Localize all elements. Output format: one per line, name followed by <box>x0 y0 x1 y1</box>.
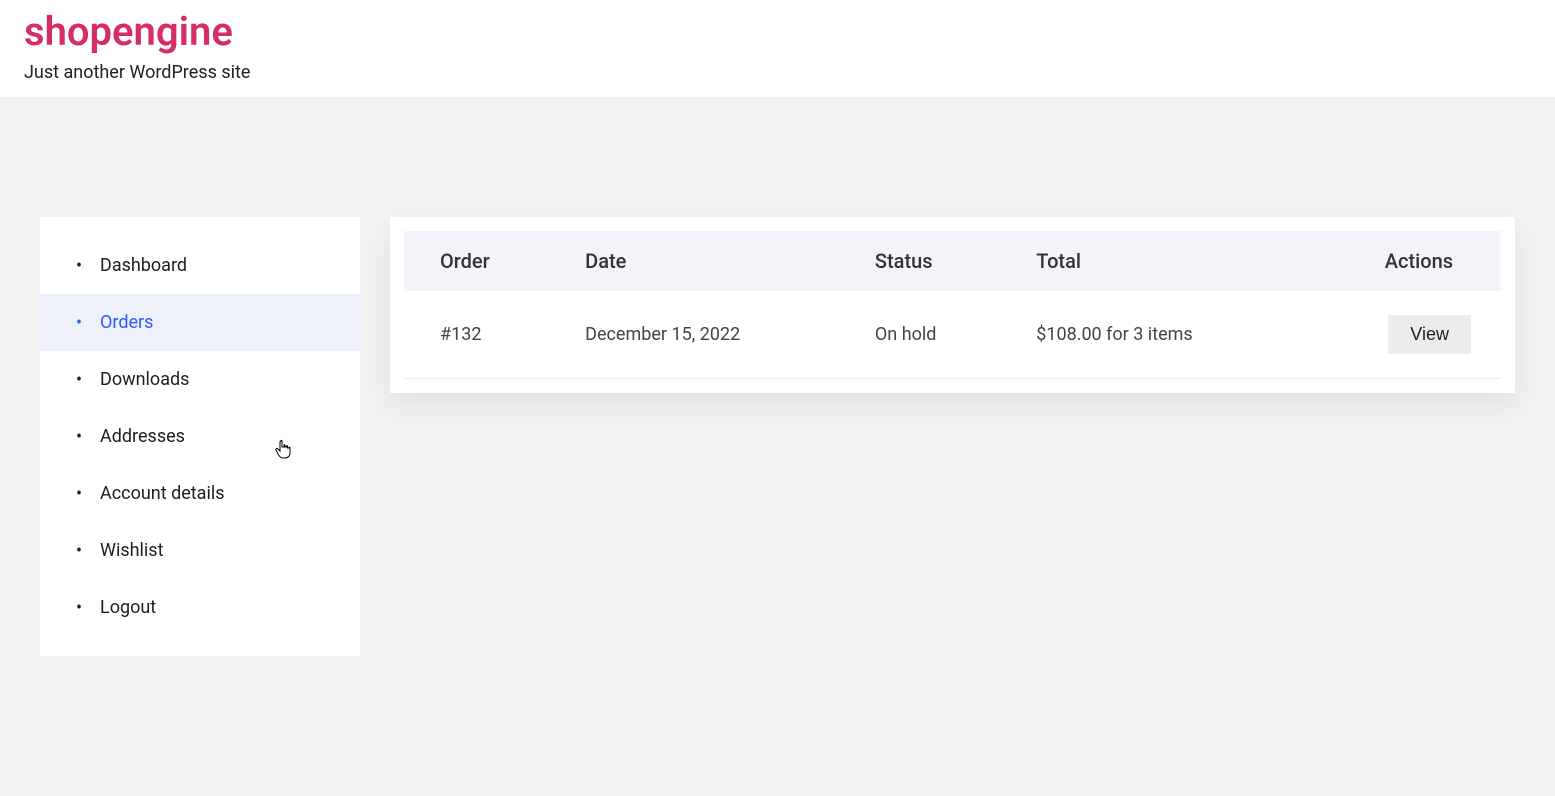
orders-panel: Order Date Status Total Actions #132 Dec… <box>390 217 1515 393</box>
sidebar-item-label: Wishlist <box>100 540 163 561</box>
order-total-cell: $108.00 for 3 items <box>1000 291 1292 379</box>
sidebar-item-label: Addresses <box>100 426 185 447</box>
order-status-cell: On hold <box>839 291 1000 379</box>
account-sidebar: Dashboard Orders Downloads Addresses Acc… <box>40 217 360 656</box>
order-actions-cell: View <box>1292 291 1501 379</box>
orders-table-header-row: Order Date Status Total Actions <box>404 231 1501 291</box>
sidebar-item-label: Logout <box>100 597 156 618</box>
order-date-cell: December 15, 2022 <box>549 291 839 379</box>
sidebar-item-label: Account details <box>100 483 225 504</box>
sidebar-item-wishlist[interactable]: Wishlist <box>40 522 360 579</box>
view-order-button[interactable]: View <box>1388 315 1471 354</box>
sidebar-item-label: Dashboard <box>100 255 187 276</box>
column-header-status: Status <box>839 231 1000 291</box>
sidebar-item-downloads[interactable]: Downloads <box>40 351 360 408</box>
site-title[interactable]: shopengine <box>24 8 1531 56</box>
table-row: #132 December 15, 2022 On hold $108.00 f… <box>404 291 1501 379</box>
order-number-cell[interactable]: #132 <box>404 291 549 379</box>
site-header: shopengine Just another WordPress site <box>0 0 1555 97</box>
account-content: Dashboard Orders Downloads Addresses Acc… <box>0 97 1555 696</box>
column-header-actions: Actions <box>1292 231 1501 291</box>
sidebar-item-account-details[interactable]: Account details <box>40 465 360 522</box>
orders-table: Order Date Status Total Actions #132 Dec… <box>404 231 1501 379</box>
column-header-order: Order <box>404 231 549 291</box>
sidebar-item-label: Orders <box>100 312 153 333</box>
column-header-total: Total <box>1000 231 1292 291</box>
sidebar-item-dashboard[interactable]: Dashboard <box>40 237 360 294</box>
site-tagline: Just another WordPress site <box>24 62 1531 83</box>
column-header-date: Date <box>549 231 839 291</box>
sidebar-item-orders[interactable]: Orders <box>40 294 360 351</box>
sidebar-item-logout[interactable]: Logout <box>40 579 360 636</box>
sidebar-item-addresses[interactable]: Addresses <box>40 408 360 465</box>
sidebar-item-label: Downloads <box>100 369 189 390</box>
